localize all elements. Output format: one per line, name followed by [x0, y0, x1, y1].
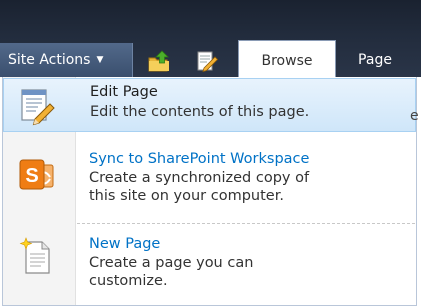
tab-browse-label: Browse	[261, 53, 313, 69]
menu-separator	[77, 223, 415, 224]
site-actions-menu: Edit Page Edit the contents of this page…	[2, 77, 419, 306]
ribbon-bar: Site Actions ▼ Browse Page	[0, 0, 421, 77]
tab-page[interactable]: Page	[345, 40, 405, 77]
new-page-icon	[19, 237, 50, 274]
site-actions-button[interactable]: Site Actions ▼	[0, 43, 133, 77]
edit-page-icon	[21, 89, 55, 126]
menu-item-description-line-2: this site on your computer.	[89, 188, 284, 204]
chevron-down-icon: ▼	[96, 55, 104, 65]
tab-browse[interactable]: Browse	[238, 40, 336, 77]
edit-icon[interactable]	[195, 49, 219, 73]
menu-item-title: Edit Page	[90, 84, 158, 100]
menu-item-new-page[interactable]: New Page Create a page you can customize…	[3, 233, 416, 303]
sharepoint-workspace-icon: S	[19, 159, 54, 190]
site-actions-label: Site Actions	[8, 52, 91, 68]
navigate-up-icon[interactable]	[147, 49, 171, 73]
svg-text:S: S	[25, 165, 38, 187]
menu-item-description-line-2: customize.	[89, 273, 168, 289]
menu-item-description: Edit the contents of this page.	[90, 104, 310, 120]
menu-item-title: New Page	[89, 236, 161, 252]
menu-item-description-line-1: Create a synchronized copy of	[89, 170, 310, 186]
menu-item-title: Sync to SharePoint Workspace	[89, 151, 310, 167]
menu-item-edit-page[interactable]: Edit Page Edit the contents of this page…	[3, 78, 416, 132]
menu-item-sync-sharepoint-workspace[interactable]: S Sync to SharePoint Workspace Create a …	[3, 148, 416, 218]
tab-page-label: Page	[358, 52, 392, 68]
clipped-text-fragment: e	[410, 108, 419, 124]
menu-item-description-line-1: Create a page you can	[89, 255, 254, 271]
